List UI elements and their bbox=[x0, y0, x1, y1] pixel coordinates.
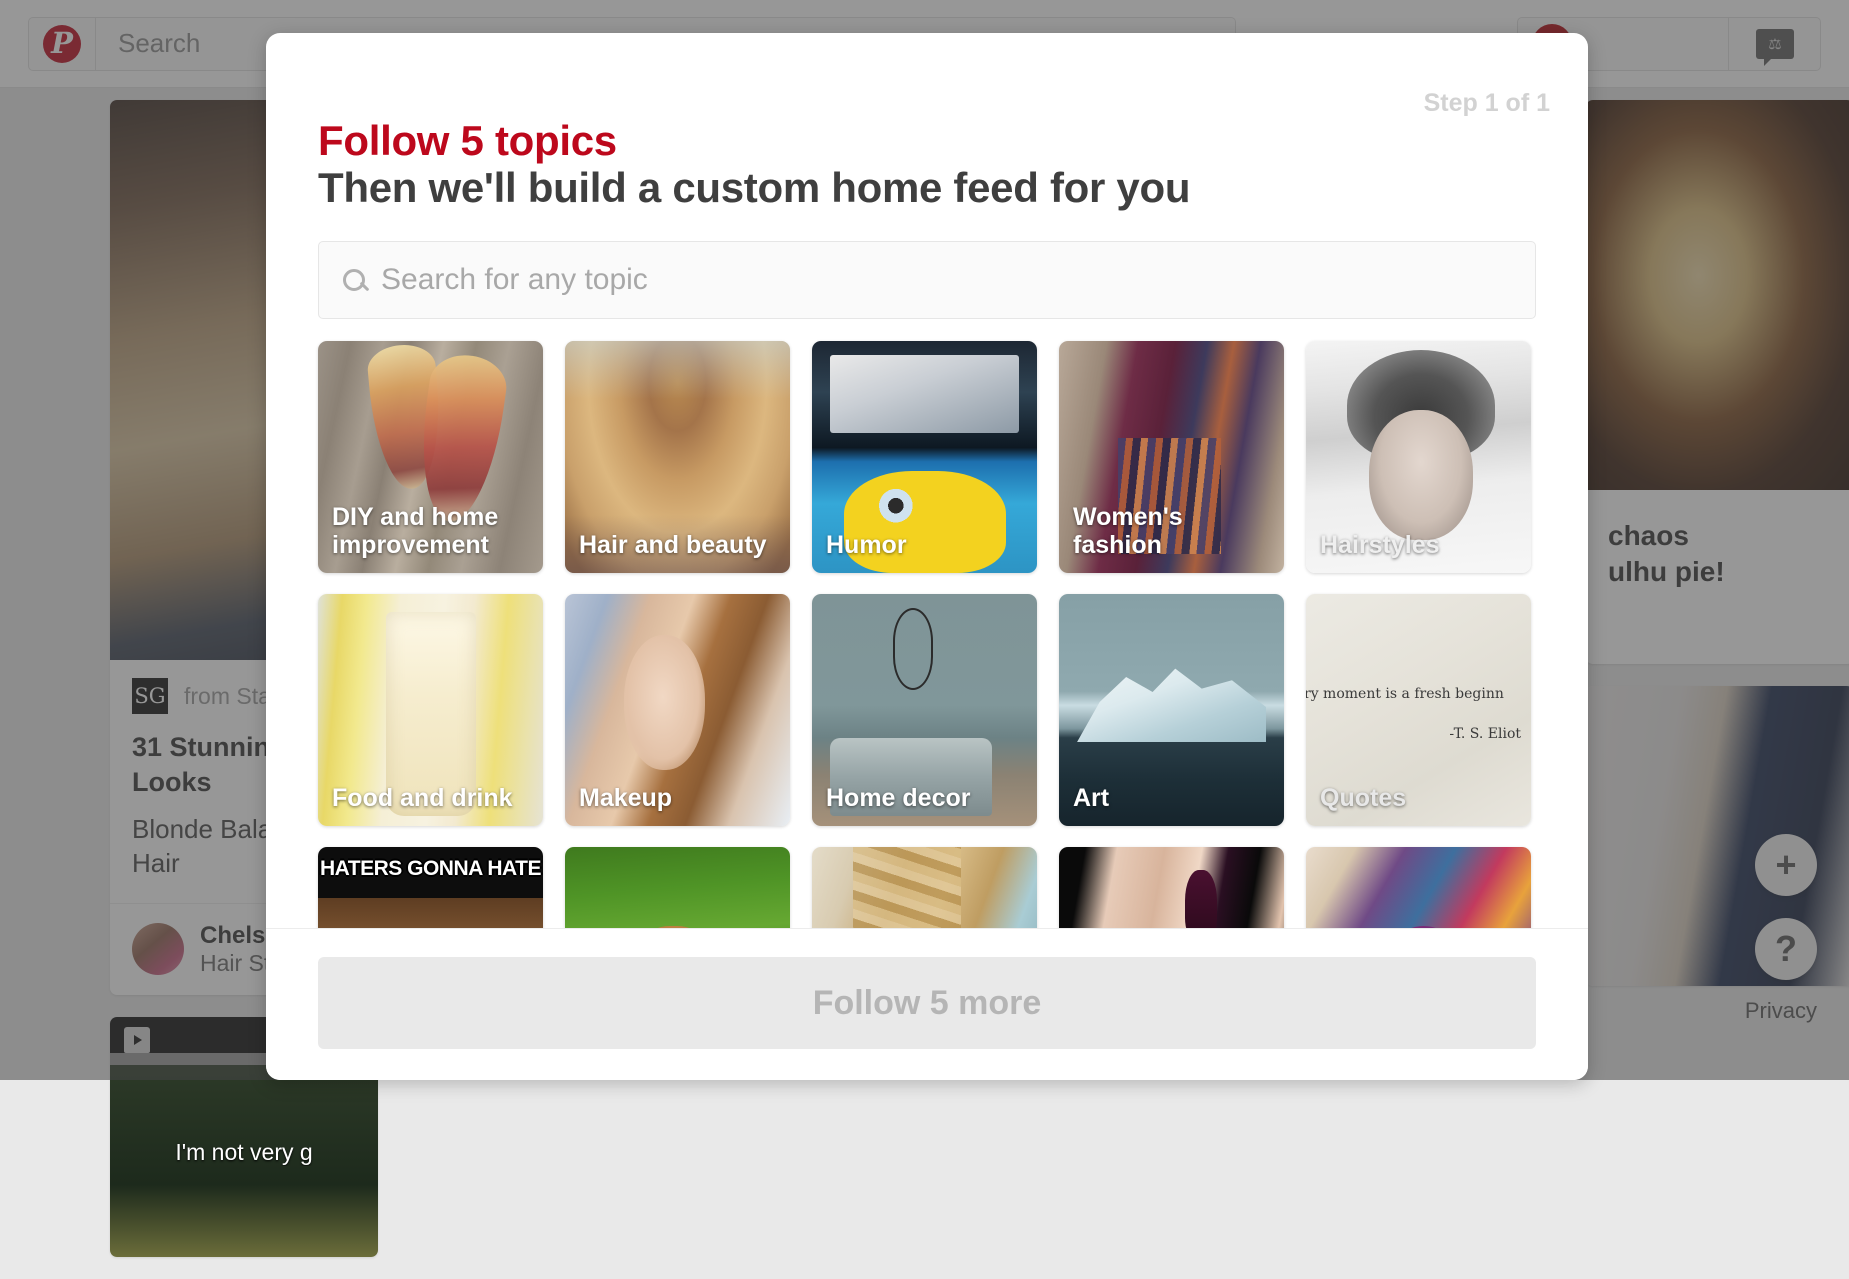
modal-subtitle: Then we'll build a custom home feed for … bbox=[318, 163, 1536, 213]
topic-search-field[interactable] bbox=[318, 241, 1536, 319]
topic-tile-womens-fashion[interactable]: Women's fashion bbox=[1059, 341, 1284, 573]
step-indicator: Step 1 of 1 bbox=[1424, 89, 1550, 118]
topic-tile-quotes[interactable]: ry moment is a fresh beginn -T. S. Eliot… bbox=[1306, 594, 1531, 826]
quote-text: ry moment is a fresh beginn bbox=[1306, 686, 1529, 702]
meme-text: HATERS GONNA HATE bbox=[318, 857, 543, 881]
follow-more-button[interactable]: Follow 5 more bbox=[318, 957, 1536, 1049]
topic-search-input[interactable] bbox=[381, 263, 1511, 297]
video-caption: I'm not very g bbox=[110, 1139, 378, 1166]
topic-tile-makeup[interactable]: Makeup bbox=[565, 594, 790, 826]
modal-title: Follow 5 topics bbox=[318, 119, 1536, 163]
topic-tile-humor[interactable]: Humor bbox=[812, 341, 1037, 573]
topic-label: Hairstyles bbox=[1320, 531, 1521, 559]
topic-tile-hairstyles[interactable]: Hairstyles bbox=[1306, 341, 1531, 573]
search-icon bbox=[343, 269, 365, 291]
modal-footer: Follow 5 more bbox=[266, 928, 1588, 1080]
topic-label: Women's fashion bbox=[1073, 503, 1274, 559]
topic-label: Food and drink bbox=[332, 784, 533, 812]
topic-tile-diy[interactable]: DIY and home improvement bbox=[318, 341, 543, 573]
quote-author: -T. S. Eliot bbox=[1449, 726, 1521, 742]
follow-topics-modal: Step 1 of 1 Follow 5 topics Then we'll b… bbox=[266, 33, 1588, 1080]
topic-label: Art bbox=[1073, 784, 1274, 812]
topic-label: DIY and home improvement bbox=[332, 503, 533, 559]
modal-body: Follow 5 topics Then we'll build a custo… bbox=[266, 33, 1588, 1079]
topic-label: Humor bbox=[826, 531, 1027, 559]
topic-label: Hair and beauty bbox=[579, 531, 780, 559]
topic-tile-food-and-drink[interactable]: Food and drink bbox=[318, 594, 543, 826]
topic-label: Makeup bbox=[579, 784, 780, 812]
topic-tile-home-decor[interactable]: Home decor bbox=[812, 594, 1037, 826]
topic-tile-art[interactable]: Art bbox=[1059, 594, 1284, 826]
topic-label: Quotes bbox=[1320, 784, 1521, 812]
topic-tile-hair-and-beauty[interactable]: Hair and beauty bbox=[565, 341, 790, 573]
topic-label: Home decor bbox=[826, 784, 1027, 812]
